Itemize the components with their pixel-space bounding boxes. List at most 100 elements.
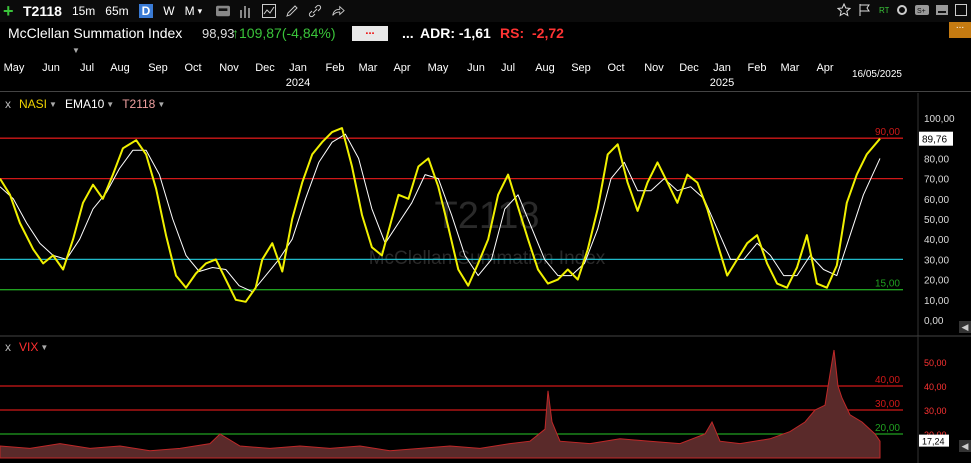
sync-icon[interactable]: S+ bbox=[915, 5, 929, 15]
maximize-icon[interactable] bbox=[955, 4, 967, 16]
toolbar: + T2118 15m 65m D W M ▾ RT S+ bbox=[0, 0, 971, 22]
month-label: May bbox=[427, 62, 449, 74]
vix-level-label: 20,00 bbox=[875, 423, 900, 434]
month-label: Oct bbox=[184, 62, 202, 74]
info-box-1[interactable]: ... bbox=[352, 26, 388, 41]
y-tick-label: 80,00 bbox=[924, 154, 949, 165]
watermark-title: T2118 bbox=[435, 195, 540, 237]
last-value-tag-box bbox=[919, 131, 953, 146]
indicators-icon[interactable] bbox=[262, 4, 277, 18]
svg-text:RT: RT bbox=[879, 6, 889, 15]
adr-label: ADR: -1,61 bbox=[420, 25, 491, 41]
last-value-tag: 89,76 bbox=[922, 135, 947, 146]
vix-area bbox=[0, 349, 881, 459]
y-tick-label: 100,00 bbox=[924, 114, 955, 125]
month-label: Mar bbox=[780, 62, 800, 74]
last-value: 98,93 bbox=[202, 26, 235, 41]
y-tick-label: 0,00 bbox=[924, 316, 944, 327]
vix-caret-icon[interactable]: ▼ bbox=[40, 343, 48, 352]
vix-last-tag-box bbox=[919, 434, 949, 447]
month-label: Nov bbox=[219, 62, 239, 74]
year-label: 2025 bbox=[709, 77, 735, 89]
flag-icon[interactable] bbox=[858, 3, 872, 17]
settings-icon[interactable] bbox=[896, 4, 908, 16]
level-label: 15,00 bbox=[875, 279, 900, 290]
y-tick-label: 10,00 bbox=[924, 296, 949, 307]
legend-nasi[interactable]: NASI bbox=[19, 97, 47, 111]
change-value: ↑109,87(-4,84%) bbox=[232, 25, 336, 41]
vix-tick-label: 30,00 bbox=[924, 406, 947, 416]
month-label: Jun bbox=[467, 62, 485, 74]
pane1-close-button[interactable]: x bbox=[5, 97, 11, 111]
timeframe-daily[interactable]: D bbox=[138, 4, 154, 18]
month-label: Aug bbox=[110, 62, 130, 74]
vix-level-label: 30,00 bbox=[875, 399, 900, 410]
time-axis: ▼ May Jun Jul Aug Sep Oct Nov Dec Jan Feb Mar Apr Ma… bbox=[0, 44, 971, 92]
y-tick-label: 40,00 bbox=[924, 235, 949, 246]
legend-ema10[interactable]: EMA10 bbox=[65, 97, 104, 111]
ema-caret-icon[interactable]: ▼ bbox=[106, 100, 114, 109]
pane2-header: x VIX ▼ bbox=[5, 340, 48, 354]
timeframe-caret-icon[interactable]: ▾ bbox=[198, 6, 203, 17]
month-label: Dec bbox=[255, 62, 275, 74]
nasi-pane: T2118 McClellan Summation Index 90,00 15,00… bbox=[0, 93, 955, 336]
share-arrow-icon[interactable] bbox=[331, 4, 345, 18]
index-name: McClellan Summation Index bbox=[8, 25, 183, 41]
y-tick-label: 20,00 bbox=[924, 276, 949, 287]
vix-tick-label: 50,00 bbox=[924, 358, 947, 368]
link-icon[interactable] bbox=[308, 4, 322, 18]
nasi-caret-icon[interactable]: ▼ bbox=[49, 100, 57, 109]
month-label: Apr bbox=[816, 62, 834, 74]
y-tick-label: 50,00 bbox=[924, 215, 949, 226]
toolbar-right: RT S+ bbox=[837, 3, 967, 17]
t2118-caret-icon[interactable]: ▼ bbox=[157, 100, 165, 109]
month-label: Aug bbox=[535, 62, 555, 74]
pane2-collapse-arrow[interactable]: ◀ bbox=[959, 440, 971, 452]
timeframe-weekly[interactable]: W bbox=[163, 4, 174, 18]
month-label: May bbox=[3, 62, 25, 74]
month-label: Dec bbox=[679, 62, 699, 74]
y-tick-label: 60,00 bbox=[924, 195, 949, 206]
y-tick-label: 70,00 bbox=[924, 175, 949, 186]
watermark-subtitle: McClellan Summation Index bbox=[369, 248, 606, 269]
timeframe-monthly[interactable]: M bbox=[185, 4, 195, 18]
ema10-line bbox=[0, 133, 881, 293]
orange-menu-button[interactable]: ... bbox=[949, 21, 971, 38]
change-text: 109,87(-4,84%) bbox=[239, 25, 336, 41]
month-label: Nov bbox=[644, 62, 664, 74]
time-axis-caret-icon[interactable]: ▼ bbox=[72, 46, 80, 55]
month-label: Jan bbox=[289, 62, 307, 74]
nasi-line bbox=[0, 127, 881, 303]
draw-pencil-icon[interactable] bbox=[285, 4, 299, 18]
add-symbol-icon[interactable]: + bbox=[3, 2, 17, 20]
month-label: Oct bbox=[607, 62, 625, 74]
pane2-close-button[interactable]: x bbox=[5, 340, 11, 354]
timeframe-65m[interactable]: 65m bbox=[105, 4, 128, 18]
realtime-icon[interactable]: RT bbox=[879, 5, 889, 15]
legend-vix[interactable]: VIX bbox=[19, 340, 38, 354]
vix-last-tag: 17,24 bbox=[922, 437, 945, 447]
month-label: Mar bbox=[358, 62, 378, 74]
month-label: Sep bbox=[571, 62, 591, 74]
vix-tick-label: 20,00 bbox=[924, 430, 947, 440]
minimize-icon[interactable] bbox=[936, 4, 948, 16]
vix-level-label: 40,00 bbox=[875, 375, 900, 386]
pane1-header: x NASI ▼ EMA10 ▼ T2118 ▼ bbox=[5, 97, 165, 111]
timeframe-15m[interactable]: 15m bbox=[72, 4, 95, 18]
rs-value: -2,72 bbox=[532, 25, 564, 41]
symbol-info-bar: McClellan Summation Index 98,93 ↑109,87(… bbox=[0, 22, 971, 43]
chart-type-icon[interactable] bbox=[216, 4, 231, 18]
symbol-label[interactable]: T2118 bbox=[23, 3, 62, 19]
info-dots-2[interactable]: ... bbox=[402, 25, 414, 41]
vix-pane: 40,0030,0020,0050,0040,0030,0020,0017,24 bbox=[0, 335, 971, 463]
month-label: Jul bbox=[79, 62, 95, 74]
end-date: 16/05/2025 bbox=[851, 69, 902, 80]
pane1-collapse-arrow[interactable]: ◀ bbox=[959, 321, 971, 333]
bars-icon[interactable] bbox=[239, 4, 253, 18]
star-icon[interactable] bbox=[837, 3, 851, 17]
legend-t2118[interactable]: T2118 bbox=[122, 97, 155, 111]
month-label: Sep bbox=[148, 62, 168, 74]
svg-text:S+: S+ bbox=[917, 8, 926, 15]
month-label: Feb bbox=[747, 62, 767, 74]
month-label: Jul bbox=[500, 62, 516, 74]
